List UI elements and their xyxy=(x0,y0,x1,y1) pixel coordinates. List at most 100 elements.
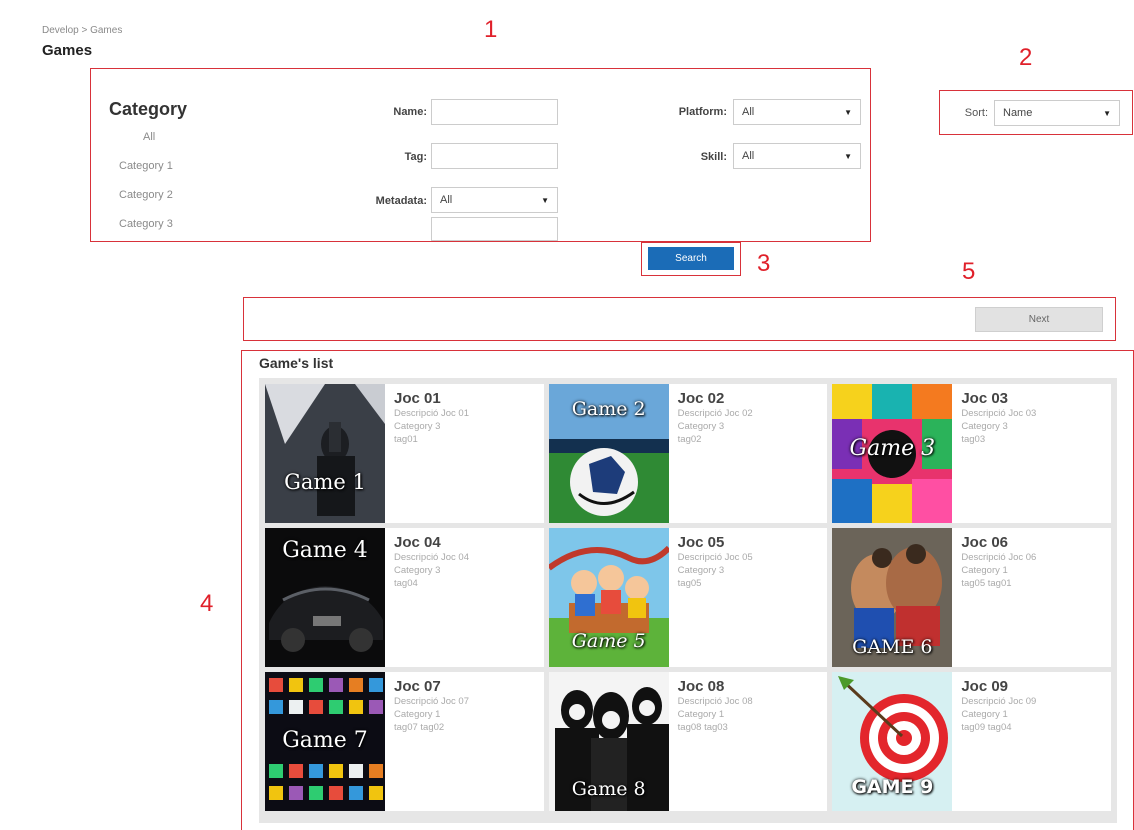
game-thumbnail[interactable]: Game 5 xyxy=(548,528,669,667)
game-description: Descripció Joc 08 xyxy=(677,696,753,707)
game-card[interactable]: Game 5 Joc 05 Descripció Joc 05 Category… xyxy=(548,528,828,667)
game-thumbnail[interactable]: Game 4 xyxy=(265,528,385,667)
game-thumbnail[interactable]: Game 3 xyxy=(832,384,953,523)
game-category: Category 1 xyxy=(677,709,725,720)
game-category: Category 1 xyxy=(394,709,441,720)
game-card[interactable]: Game 1 Joc 01 Descripció Joc 01 Category… xyxy=(265,384,544,523)
game-list-panel: Game's list Game 1 Joc 01 Descripció Joc… xyxy=(241,350,1134,830)
annotation-1: 1 xyxy=(484,16,498,43)
game-title[interactable]: Joc 05 xyxy=(678,534,753,551)
category-item-1[interactable]: Category 1 xyxy=(119,160,173,172)
game-description: Descripció Joc 06 xyxy=(961,552,1037,563)
skill-select-value: All xyxy=(742,150,755,162)
game-description: Descripció Joc 09 xyxy=(961,696,1037,707)
game-description: Descripció Joc 02 xyxy=(677,408,753,419)
name-label: Name: xyxy=(393,106,427,118)
sort-panel: Sort: Name ▼ xyxy=(939,90,1133,135)
category-item-3[interactable]: Category 3 xyxy=(119,218,173,230)
thumbnail-label: Game 2 xyxy=(571,398,646,420)
metadata-select[interactable]: All ▼ xyxy=(431,187,558,213)
platform-label: Platform: xyxy=(678,106,727,118)
game-title[interactable]: Joc 09 xyxy=(961,678,1036,695)
game-title[interactable]: Joc 08 xyxy=(678,678,753,695)
thumbnail-label: Game 4 xyxy=(282,538,368,563)
game-tags: tag02 xyxy=(677,434,702,445)
game-thumbnail[interactable]: Game 2 xyxy=(548,384,669,523)
game-tags: tag03 xyxy=(961,434,986,445)
breadcrumb[interactable]: Develop > Games xyxy=(42,25,122,36)
sort-select[interactable]: Name ▼ xyxy=(994,100,1120,126)
game-tags: tag05 xyxy=(677,578,702,589)
game-title[interactable]: Joc 02 xyxy=(678,390,753,407)
game-description: Descripció Joc 01 xyxy=(394,408,469,419)
game-category: Category 3 xyxy=(677,421,725,432)
game-category: Category 3 xyxy=(394,421,441,432)
game-card[interactable]: Game 7 Joc 07 Descripció Joc 07 Category… xyxy=(265,672,544,811)
game-tags: tag07 tag02 xyxy=(394,722,445,733)
skill-label: Skill: xyxy=(700,151,727,163)
name-input[interactable] xyxy=(431,99,558,125)
game-title[interactable]: Joc 06 xyxy=(961,534,1036,551)
game-tags: tag05 tag01 xyxy=(961,578,1012,589)
game-list-title: Game's list xyxy=(259,355,334,371)
game-tags: tag09 tag04 xyxy=(961,722,1012,733)
metadata-label: Metadata: xyxy=(375,195,427,207)
category-item-all[interactable]: All xyxy=(143,131,155,143)
game-grid: Game 1 Joc 01 Descripció Joc 01 Category… xyxy=(259,378,1117,823)
game-tags: tag04 xyxy=(394,578,418,589)
game-description: Descripció Joc 07 xyxy=(394,696,469,707)
category-item-2[interactable]: Category 2 xyxy=(119,189,173,201)
thumbnail-label: GAME 9 xyxy=(851,776,934,798)
thumbnail-label: Game 5 xyxy=(571,630,646,652)
chevron-down-icon: ▼ xyxy=(844,151,852,161)
pagination-bar: Next xyxy=(243,297,1116,341)
thumbnail-label: Game 8 xyxy=(571,778,646,800)
search-button-frame: Search xyxy=(641,242,741,276)
game-category: Category 1 xyxy=(961,709,1008,720)
game-category: Category 1 xyxy=(961,565,1008,576)
sort-label: Sort: xyxy=(964,107,988,119)
chevron-down-icon: ▼ xyxy=(541,195,549,205)
game-card[interactable]: GAME 9 Joc 09 Descripció Joc 09 Category… xyxy=(832,672,1111,811)
game-category: Category 3 xyxy=(961,421,1008,432)
annotation-4: 4 xyxy=(200,590,214,617)
chevron-down-icon: ▼ xyxy=(1103,108,1111,118)
game-card[interactable]: Game 3 Joc 03 Descripció Joc 03 Category… xyxy=(832,384,1111,523)
game-tags: tag08 tag03 xyxy=(677,722,728,733)
game-description: Descripció Joc 04 xyxy=(394,552,469,563)
game-thumbnail[interactable]: Game 1 xyxy=(265,384,385,523)
game-category: Category 3 xyxy=(394,565,441,576)
game-thumbnail[interactable]: Game 7 xyxy=(265,672,385,811)
search-button[interactable]: Search xyxy=(648,247,734,270)
game-description: Descripció Joc 05 xyxy=(677,552,753,563)
game-card[interactable]: GAME 6 Joc 06 Descripció Joc 06 Category… xyxy=(832,528,1111,667)
chevron-down-icon: ▼ xyxy=(844,107,852,117)
game-thumbnail[interactable]: GAME 6 xyxy=(832,528,953,667)
filter-panel: Category All Category 1 Category 2 Categ… xyxy=(90,68,871,242)
category-title: Category xyxy=(109,99,188,119)
game-card[interactable]: Game 8 Joc 08 Descripció Joc 08 Category… xyxy=(548,672,828,811)
game-card[interactable]: Game 2 Joc 02 Descripció Joc 02 Category… xyxy=(548,384,828,523)
metadata-select-value: All xyxy=(440,194,453,206)
next-button[interactable]: Next xyxy=(975,307,1103,332)
game-title[interactable]: Joc 07 xyxy=(394,678,469,695)
game-tags: tag01 xyxy=(394,434,418,445)
platform-select[interactable]: All ▼ xyxy=(733,99,861,125)
game-card[interactable]: Game 4 Joc 04 Descripció Joc 04 Category… xyxy=(265,528,544,667)
thumbnail-label: Game 1 xyxy=(284,470,366,494)
game-thumbnail[interactable]: GAME 9 xyxy=(832,672,953,811)
thumbnail-label: Game 7 xyxy=(282,728,368,753)
game-title[interactable]: Joc 04 xyxy=(394,534,469,551)
metadata-extra-input[interactable] xyxy=(431,217,558,241)
game-title[interactable]: Joc 03 xyxy=(961,390,1036,407)
sort-select-value: Name xyxy=(1003,107,1033,119)
tag-input[interactable] xyxy=(431,143,558,169)
skill-select[interactable]: All ▼ xyxy=(733,143,861,169)
thumbnail-label: GAME 6 xyxy=(852,636,933,658)
annotation-2: 2 xyxy=(1019,44,1033,71)
game-description: Descripció Joc 03 xyxy=(961,408,1037,419)
game-thumbnail[interactable]: Game 8 xyxy=(548,672,669,811)
tag-label: Tag: xyxy=(404,151,427,163)
game-title[interactable]: Joc 01 xyxy=(394,390,469,407)
thumbnail-label: Game 3 xyxy=(849,436,936,461)
